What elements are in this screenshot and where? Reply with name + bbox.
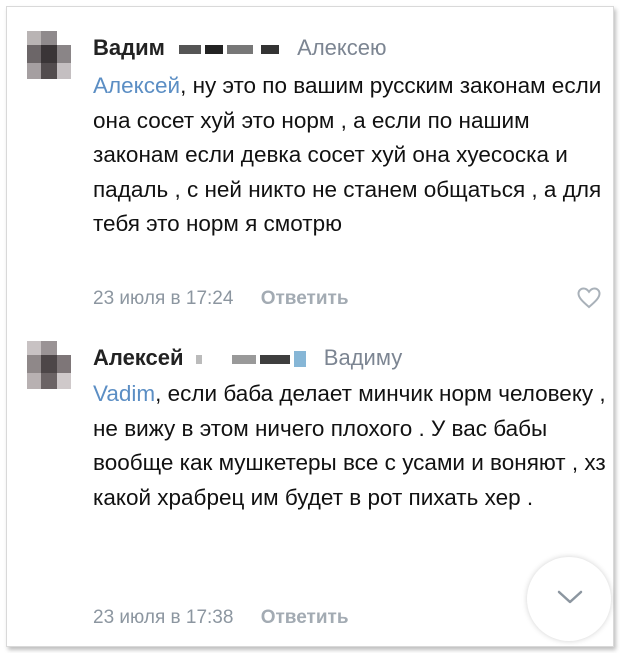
comment-text: Алексей, ну это по вашим русским законам… [93,69,613,242]
comment-header: Вадим Алексею [93,35,387,67]
author-name[interactable]: Алексей [93,345,184,370]
comment-meta: 23 июля в 17:38 Ответить [93,607,349,629]
comment-body: , если баба делает минчик норм человеку … [93,381,606,510]
chevron-down-icon [557,590,583,604]
comment-time[interactable]: 23 июля в 17:24 [93,288,233,309]
avatar[interactable] [27,31,71,79]
reply-button[interactable]: Ответить [261,607,349,628]
reply-to-name[interactable]: Вадиму [324,345,402,370]
scroll-down-button[interactable] [527,557,611,641]
comment-time[interactable]: 23 июля в 17:38 [93,607,233,628]
reply-button[interactable]: Ответить [261,288,349,309]
comment-text: Vadim, если баба делает минчик норм чело… [93,377,613,515]
mention-link[interactable]: Vadim [93,381,155,406]
censored-surname [171,35,285,60]
censored-surname [190,345,312,370]
author-name[interactable]: Вадим [93,35,165,60]
comment-header: Алексей Вадиму [93,345,402,377]
reply-to-name[interactable]: Алексею [297,35,386,60]
mention-link[interactable]: Алексей [93,73,180,98]
heart-outline-icon[interactable] [577,287,601,309]
avatar[interactable] [27,341,71,389]
comment-meta: 23 июля в 17:24 Ответить [93,288,349,310]
comments-panel: Вадим Алексею Алексей, ну это по вашим р… [6,6,614,647]
